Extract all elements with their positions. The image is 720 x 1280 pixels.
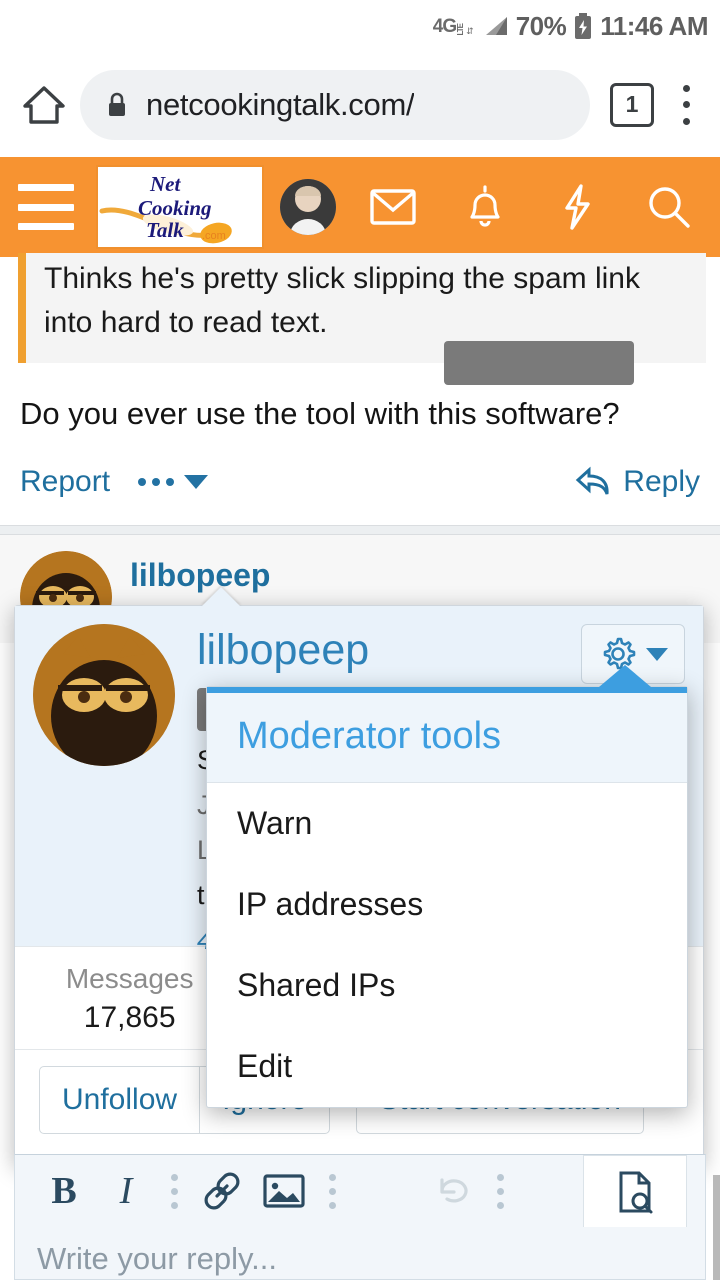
link-icon[interactable] — [191, 1160, 253, 1222]
toolbar-overflow-separator-3[interactable] — [483, 1173, 517, 1209]
battery-icon — [575, 13, 592, 39]
envelope-icon[interactable] — [364, 178, 422, 236]
tab-counter-button[interactable]: 1 — [610, 82, 654, 127]
kebab-dot — [682, 101, 690, 108]
editor-toolbar: B I — [15, 1155, 705, 1227]
menu-title: Moderator tools — [207, 693, 687, 783]
chevron-down-icon — [646, 647, 668, 661]
menu-pointer-arrow — [599, 665, 651, 687]
browser-toolbar: netcookingtalk.com/ 1 — [0, 52, 720, 157]
svg-text:Net: Net — [149, 172, 181, 196]
data-arrows-icon: ⇵ — [466, 25, 474, 36]
kebab-dot — [682, 117, 690, 125]
reply-arrow-icon — [576, 466, 609, 495]
chevron-down-icon — [184, 475, 209, 489]
italic-button[interactable]: I — [95, 1160, 157, 1222]
toolbar-overflow-separator-2[interactable] — [315, 1173, 349, 1209]
toolbar-overflow-separator[interactable] — [157, 1173, 191, 1209]
svg-text:Cooking: Cooking — [138, 196, 212, 220]
svg-text:.com: .com — [202, 230, 226, 242]
post-action-row: Report Reply — [0, 435, 720, 525]
status-badge — [444, 341, 634, 385]
network-type-label: 4G — [432, 15, 457, 37]
site-navbar: Net Cooking Talk .com — [0, 157, 720, 257]
quote-text: Thinks he's pretty slick slipping the sp… — [44, 262, 640, 339]
popup-avatar[interactable] — [33, 624, 175, 766]
popup-notch — [201, 587, 241, 607]
menu-item-shared-ips[interactable]: Shared IPs — [207, 945, 687, 1026]
report-link[interactable]: Report — [20, 465, 110, 499]
hamburger-line — [18, 223, 74, 230]
bell-icon[interactable] — [456, 178, 514, 236]
phone-screen: 4G LTE ⇵ 70% 11:46 AM netcookingtalk.com… — [0, 0, 720, 1280]
hamburger-icon[interactable] — [18, 184, 74, 230]
menu-item-warn[interactable]: Warn — [207, 783, 687, 864]
nav-user-avatar[interactable] — [280, 179, 336, 235]
moderator-tools-menu: Moderator tools Warn IP addresses Shared… — [206, 665, 688, 1108]
lock-icon — [109, 92, 125, 116]
more-options-button[interactable] — [138, 475, 209, 489]
kebab-dot — [682, 84, 690, 92]
bold-button[interactable]: B — [33, 1160, 95, 1222]
hamburger-line — [18, 203, 74, 211]
unfollow-button[interactable]: Unfollow — [39, 1066, 201, 1134]
url-text: netcookingtalk.com/ — [146, 86, 415, 122]
reply-editor: B I Write your reply... — [14, 1154, 706, 1280]
svg-text:Talk: Talk — [146, 218, 184, 242]
signal-strength-icon — [485, 17, 507, 35]
image-icon[interactable] — [253, 1160, 315, 1222]
clock-label: 11:46 AM — [600, 10, 708, 41]
section-divider — [0, 525, 720, 535]
reply-input-placeholder[interactable]: Write your reply... — [15, 1227, 705, 1277]
undo-icon[interactable] — [421, 1160, 483, 1222]
menu-item-edit[interactable]: Edit — [207, 1026, 687, 1107]
hamburger-line — [18, 184, 74, 191]
browser-menu-button[interactable] — [666, 81, 706, 129]
tab-count-label: 1 — [625, 91, 639, 117]
document-preview-icon — [619, 1171, 653, 1213]
status-bar: 4G LTE ⇵ 70% 11:46 AM — [0, 0, 720, 52]
battery-percent-label: 70% — [515, 10, 567, 41]
search-icon[interactable] — [640, 178, 698, 236]
menu-item-ip-addresses[interactable]: IP addresses — [207, 864, 687, 945]
address-bar[interactable]: netcookingtalk.com/ — [80, 69, 590, 140]
lightning-bolt-icon[interactable] — [548, 178, 606, 236]
nav-icon-group — [364, 178, 702, 236]
ellipsis-icon — [138, 478, 175, 486]
network-sub-label: LTE — [456, 23, 466, 36]
site-logo[interactable]: Net Cooking Talk .com — [96, 165, 264, 249]
reply-label: Reply — [623, 465, 700, 498]
reply-button[interactable]: Reply — [575, 465, 700, 499]
home-icon[interactable] — [14, 75, 74, 135]
preview-tab-button[interactable] — [583, 1155, 687, 1227]
page-scrollbar[interactable] — [713, 1175, 720, 1280]
network-type-indicator: 4G LTE ⇵ — [433, 17, 474, 36]
